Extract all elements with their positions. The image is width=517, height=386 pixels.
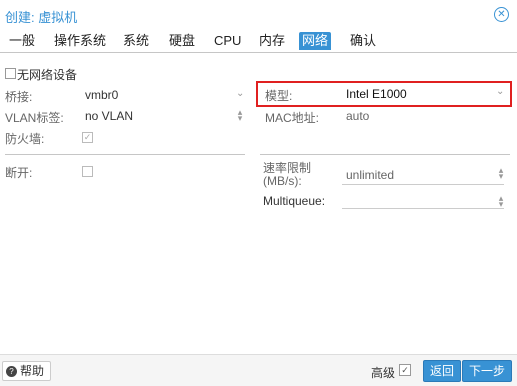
- disconnect-label: 断开:: [5, 166, 33, 180]
- rate-spinner-icon[interactable]: ▴ ▾: [497, 166, 505, 181]
- title-bar: 创建: 虚拟机 ✕: [0, 0, 517, 28]
- help-button-label: 帮助: [20, 364, 45, 378]
- tab-os[interactable]: 操作系统: [51, 32, 109, 50]
- dialog-title: 创建: 虚拟机: [5, 10, 78, 25]
- tab-confirm[interactable]: 确认: [347, 32, 379, 50]
- section-divider-right: [260, 154, 510, 155]
- help-button[interactable]: ? 帮助: [2, 361, 52, 381]
- chevron-down-icon[interactable]: ⌄: [236, 88, 244, 99]
- question-icon: ?: [6, 366, 17, 378]
- advanced-checkbox[interactable]: ✓: [399, 364, 411, 376]
- bridge-label: 桥接:: [5, 90, 33, 104]
- tab-disk[interactable]: 硬盘: [166, 32, 198, 50]
- multiqueue-underline: [342, 208, 504, 209]
- tab-network[interactable]: 网络: [299, 32, 332, 50]
- back-button[interactable]: 返回: [422, 360, 461, 382]
- tab-cpu[interactable]: CPU: [211, 32, 244, 50]
- vlan-label: VLAN标签:: [5, 111, 64, 125]
- dialog-footer: ? 帮助 高级 ✓ 返回 下一步: [0, 354, 517, 386]
- mac-input[interactable]: auto: [346, 109, 369, 123]
- tab-memory[interactable]: 内存: [256, 32, 288, 50]
- multiqueue-label: Multiqueue:: [263, 194, 326, 208]
- next-button[interactable]: 下一步: [461, 360, 512, 382]
- model-label: 模型:: [265, 89, 293, 103]
- close-icon[interactable]: ✕: [494, 7, 509, 22]
- multiqueue-spinner-icon[interactable]: ▴ ▾: [497, 194, 505, 209]
- disconnect-checkbox[interactable]: [82, 166, 93, 177]
- rate-limit-underline: [342, 184, 504, 185]
- vlan-spinner-icon[interactable]: ▴ ▾: [236, 108, 244, 123]
- create-vm-dialog: 创建: 虚拟机 ✕ 一般 操作系统 系统 硬盘 CPU 内存 网络 确认 无网络…: [0, 0, 517, 386]
- rate-limit-label: 速率限制 (MB/s):: [263, 162, 311, 188]
- bridge-select[interactable]: vmbr0: [85, 88, 118, 102]
- no-network-device-checkbox[interactable]: [5, 68, 16, 79]
- rate-limit-label-line1: 速率限制: [263, 161, 312, 175]
- tab-system[interactable]: 系统: [120, 32, 152, 50]
- vlan-input[interactable]: no VLAN: [85, 109, 133, 123]
- firewall-checkbox[interactable]: ✓: [82, 132, 93, 143]
- rate-limit-input[interactable]: unlimited: [346, 168, 394, 182]
- chevron-down-icon[interactable]: ⌄: [496, 86, 504, 97]
- section-divider-left: [5, 154, 245, 155]
- mac-label: MAC地址:: [265, 111, 320, 125]
- rate-limit-label-line2: (MB/s):: [263, 174, 302, 188]
- firewall-label: 防火墙:: [5, 132, 45, 146]
- model-select[interactable]: Intel E1000: [346, 87, 407, 101]
- tab-bar: 一般 操作系统 系统 硬盘 CPU 内存 网络 确认: [0, 30, 517, 53]
- tab-general[interactable]: 一般: [6, 32, 38, 50]
- advanced-label: 高级: [370, 366, 395, 380]
- no-network-device-label: 无网络设备: [17, 68, 78, 82]
